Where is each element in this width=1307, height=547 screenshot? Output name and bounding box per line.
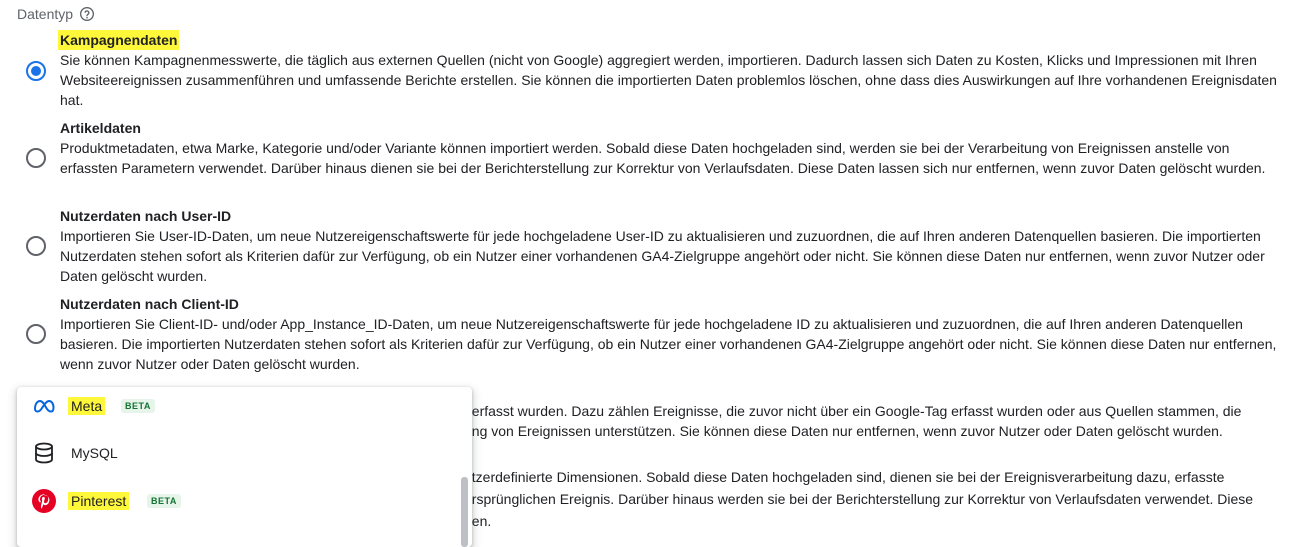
occluded-description-line: utzerdefinierte Dimensionen. Sobald dies… xyxy=(464,469,1225,485)
menu-item-pinterest[interactable]: Pinterest BETA xyxy=(17,477,457,525)
occluded-description-line: ung von Ereignissen unterstützen. Sie kö… xyxy=(464,423,1223,439)
pinterest-logo-icon xyxy=(31,488,57,514)
datatype-header: Datentyp xyxy=(17,6,95,22)
meta-logo-icon xyxy=(31,393,57,419)
option-description: Sie können Kampagnenmesswerte, die tägli… xyxy=(60,52,1277,108)
option-title: Nutzerdaten nach Client-ID xyxy=(60,296,239,312)
beta-badge: BETA xyxy=(121,399,155,413)
option-description: Produktmetadaten, etwa Marke, Kategorie … xyxy=(60,140,1266,176)
source-dropdown-menu[interactable]: Meta BETA MySQL Pinterest BETA xyxy=(17,387,472,547)
radio-nutzerdaten-client-id[interactable] xyxy=(26,324,46,344)
menu-item-meta[interactable]: Meta BETA xyxy=(17,387,457,430)
radio-kampagnendaten[interactable] xyxy=(26,61,46,81)
option-description: Importieren Sie Client-ID- und/oder App_… xyxy=(60,316,1277,372)
menu-item-label: Pinterest xyxy=(68,492,130,510)
option-title: Artikeldaten xyxy=(60,120,141,136)
datatype-label: Datentyp xyxy=(17,6,74,22)
menu-scrollbar[interactable] xyxy=(461,477,468,547)
menu-item-label: MySQL xyxy=(71,445,118,461)
help-circle-icon[interactable] xyxy=(79,6,95,22)
radio-artikeldaten[interactable] xyxy=(26,148,46,168)
option-description: Importieren Sie User-ID-Daten, um neue N… xyxy=(60,228,1265,284)
occluded-description-line: ursprünglichen Ereignis. Darüber hinaus … xyxy=(464,491,1254,507)
menu-item-mysql[interactable]: MySQL xyxy=(17,429,457,477)
occluded-description-line: t erfasst wurden. Dazu zählen Ereignisse… xyxy=(464,403,1242,419)
menu-item-label: Meta xyxy=(68,397,106,415)
database-icon xyxy=(31,440,57,466)
option-title: Nutzerdaten nach User-ID xyxy=(60,208,232,224)
beta-badge: BETA xyxy=(147,494,181,508)
radio-nutzerdaten-user-id[interactable] xyxy=(26,236,46,256)
option-title: Kampagnendaten xyxy=(58,30,180,50)
